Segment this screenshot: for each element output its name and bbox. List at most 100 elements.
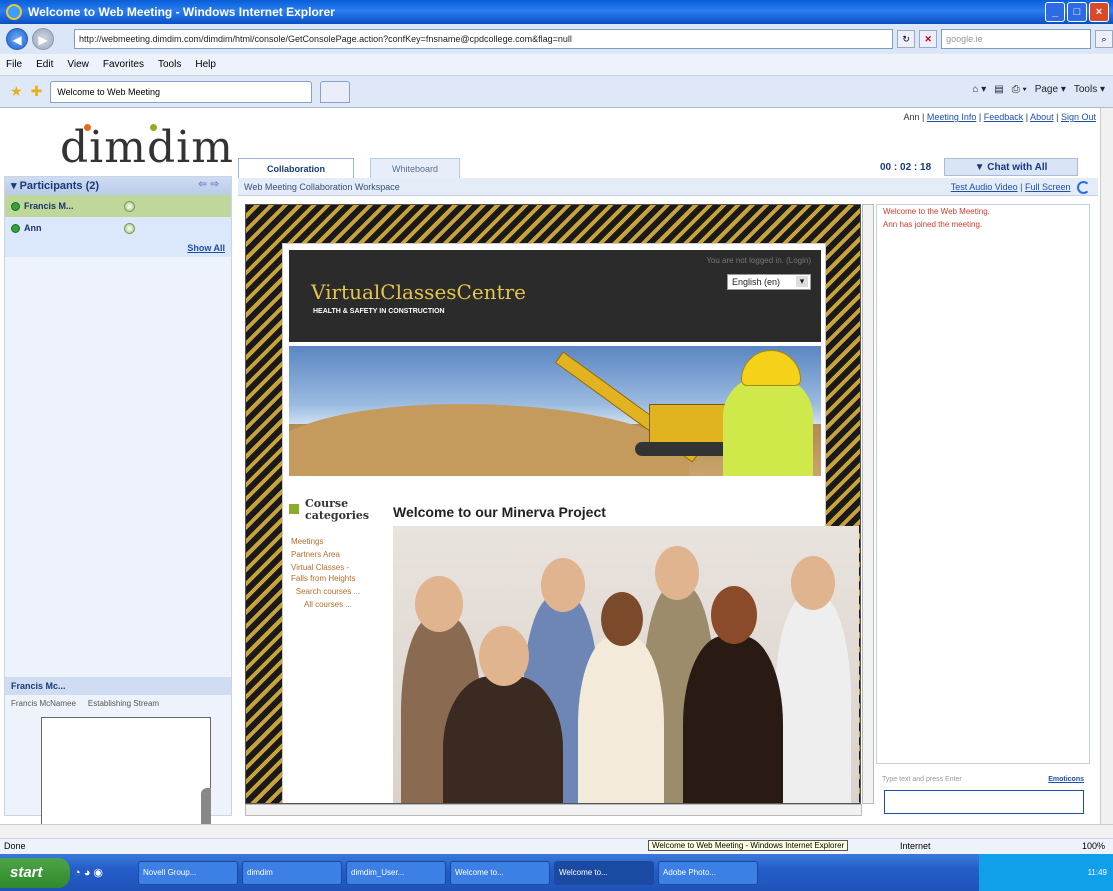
address-row: ◀ ▶ http://webmeeting.dimdim.com/dimdim/… (0, 24, 1113, 54)
audio-icon[interactable] (124, 222, 135, 234)
taskbar-item[interactable]: dimdim_User... (346, 860, 446, 885)
menu-file[interactable]: File (6, 59, 22, 70)
tools-menu[interactable]: Tools ▾ (1074, 84, 1105, 95)
forward-button[interactable]: ▶ (31, 28, 54, 50)
panel-arrows-icon[interactable]: ⇦⇨ (198, 179, 223, 190)
window-titlebar: Welcome to Web Meeting - Windows Interne… (0, 0, 1113, 24)
show-all-link[interactable]: Show All (5, 239, 231, 257)
close-button[interactable]: × (1089, 2, 1109, 22)
video-header: Francis Mc... (5, 677, 231, 695)
start-button[interactable]: start (0, 857, 70, 888)
person-head (711, 586, 757, 644)
person-head (791, 556, 835, 610)
page-vertical-scrollbar[interactable] (1100, 108, 1113, 824)
taskbar-item[interactable]: Welcome to... (450, 860, 550, 885)
login-note[interactable]: You are not logged in. (Login) (706, 256, 811, 265)
participant-name: Ann (24, 223, 42, 233)
participants-panel: ▾ Participants (2) ⇦⇨ Francis M... Ann S… (4, 176, 232, 875)
course-header-text: Course categories (305, 497, 370, 522)
chat-input[interactable] (884, 790, 1084, 814)
course-link[interactable]: Meetings (291, 536, 365, 547)
worker-vest (723, 376, 813, 476)
add-favorite-icon[interactable]: ✚ (31, 83, 43, 100)
video-subtitle: Francis McNamee Establishing Stream (11, 699, 159, 708)
page-menu[interactable]: Page ▾ (1035, 84, 1066, 95)
minimize-button[interactable]: _ (1045, 2, 1065, 22)
back-button[interactable]: ◀ (6, 28, 28, 50)
all-courses-link[interactable]: All courses ... (291, 599, 365, 610)
menu-edit[interactable]: Edit (36, 59, 53, 70)
refresh-icon[interactable]: ↻ (897, 30, 916, 48)
search-courses-link[interactable]: Search courses ... (291, 586, 365, 597)
print-icon[interactable]: ⎙ ▾ (1012, 84, 1027, 95)
person-head (655, 546, 699, 600)
refresh-icon[interactable] (1077, 181, 1090, 194)
site-subtitle: HEALTH & SAFETY IN CONSTRUCTION (313, 308, 445, 315)
page-horizontal-scrollbar[interactable] (0, 824, 1113, 838)
course-links: Meetings Partners Area Virtual Classes -… (291, 536, 365, 612)
participants-header[interactable]: ▾ Participants (2) ⇦⇨ (5, 177, 231, 195)
chat-footer: Type text and press Enter Emoticons (876, 774, 1090, 785)
feeds-icon[interactable]: ▤ (994, 84, 1003, 95)
audio-icon[interactable] (124, 200, 135, 212)
workspace-label: Web Meeting Collaboration Workspace (244, 182, 400, 192)
participant-item[interactable]: Francis M... (5, 195, 231, 217)
workspace-horizontal-scrollbar[interactable] (245, 804, 862, 816)
top-links: Ann | Meeting Info | Feedback | About | … (903, 112, 1096, 122)
person-head (541, 558, 585, 612)
menu-help[interactable]: Help (195, 59, 216, 70)
menu-view[interactable]: View (67, 59, 89, 70)
site-title: VirtualClassesCentre (311, 280, 526, 304)
search-icon[interactable]: ⌕ (1095, 30, 1113, 48)
ie-logo-icon (6, 4, 22, 20)
feedback-link[interactable]: Feedback (984, 112, 1024, 122)
taskbar-item[interactable]: Welcome to... (554, 860, 654, 885)
course-categories-header: Course categories (289, 498, 375, 522)
language-select[interactable]: English (en) (727, 274, 811, 290)
meeting-timer: 00 : 02 : 18 (880, 162, 932, 173)
taskbar-item[interactable]: Novell Group... (138, 860, 238, 885)
favorites-star-icon[interactable]: ★ (10, 83, 23, 100)
hard-hat (741, 350, 801, 386)
about-link[interactable]: About (1030, 112, 1054, 122)
chat-with-all-button[interactable]: ▼ Chat with All (944, 158, 1078, 176)
person-figure (683, 636, 783, 803)
new-tab-button[interactable] (320, 80, 351, 103)
search-input[interactable]: google.ie (941, 29, 1092, 49)
presence-icon (11, 223, 20, 233)
test-audio-video-link[interactable]: Test Audio Video (951, 182, 1018, 192)
full-screen-link[interactable]: Full Screen (1025, 182, 1071, 192)
home-icon[interactable]: ⌂ ▾ (972, 84, 986, 95)
tab-collaboration[interactable]: Collaboration (238, 158, 354, 178)
maximize-button[interactable]: □ (1067, 2, 1087, 22)
participants-title: ▾ Participants (2) (11, 180, 100, 192)
chat-panel: Welcome to the Web Meeting. Ann has join… (876, 204, 1090, 764)
shared-workspace[interactable]: You are not logged in. (Login) English (… (245, 204, 861, 804)
participant-name: Francis M... (24, 201, 74, 211)
taskbar: start ◔ ◕ ◉ Novell Group... dimdim dimdi… (0, 854, 1113, 891)
tab-whiteboard[interactable]: Whiteboard (370, 158, 460, 178)
taskbar-item[interactable]: dimdim (242, 860, 342, 885)
menu-tools[interactable]: Tools (158, 59, 181, 70)
sign-out-link[interactable]: Sign Out (1061, 112, 1096, 122)
taskbar-item[interactable]: Adobe Photo... (658, 860, 758, 885)
browser-tab[interactable]: Welcome to Web Meeting (50, 80, 313, 103)
course-link[interactable]: Partners Area (291, 549, 365, 560)
quick-launch-icons[interactable]: ◔ ◕ ◉ (74, 866, 134, 879)
construction-banner-image (289, 346, 821, 476)
meeting-info-link[interactable]: Meeting Info (927, 112, 977, 122)
address-bar[interactable]: http://webmeeting.dimdim.com/dimdim/html… (73, 29, 894, 49)
emoticons-link[interactable]: Emoticons (1048, 776, 1084, 783)
page-content: dimdim Ann | Meeting Info | Feedback | A… (0, 108, 1100, 875)
workspace-vertical-scrollbar[interactable] (862, 204, 874, 804)
system-tray: 11:49 (979, 854, 1113, 891)
menu-favorites[interactable]: Favorites (103, 59, 144, 70)
participant-item[interactable]: Ann (5, 217, 231, 239)
course-link[interactable]: Virtual Classes - Falls from Heights (291, 562, 365, 584)
course-square-icon (289, 504, 299, 514)
stop-icon[interactable]: ✕ (919, 30, 938, 48)
menu-bar: File Edit View Favorites Tools Help (0, 54, 1113, 76)
zoom-level[interactable]: 100% (1082, 841, 1105, 851)
tooltip: Welcome to Web Meeting - Windows Interne… (648, 840, 849, 851)
workspace-bar: Web Meeting Collaboration Workspace Test… (238, 178, 1098, 196)
